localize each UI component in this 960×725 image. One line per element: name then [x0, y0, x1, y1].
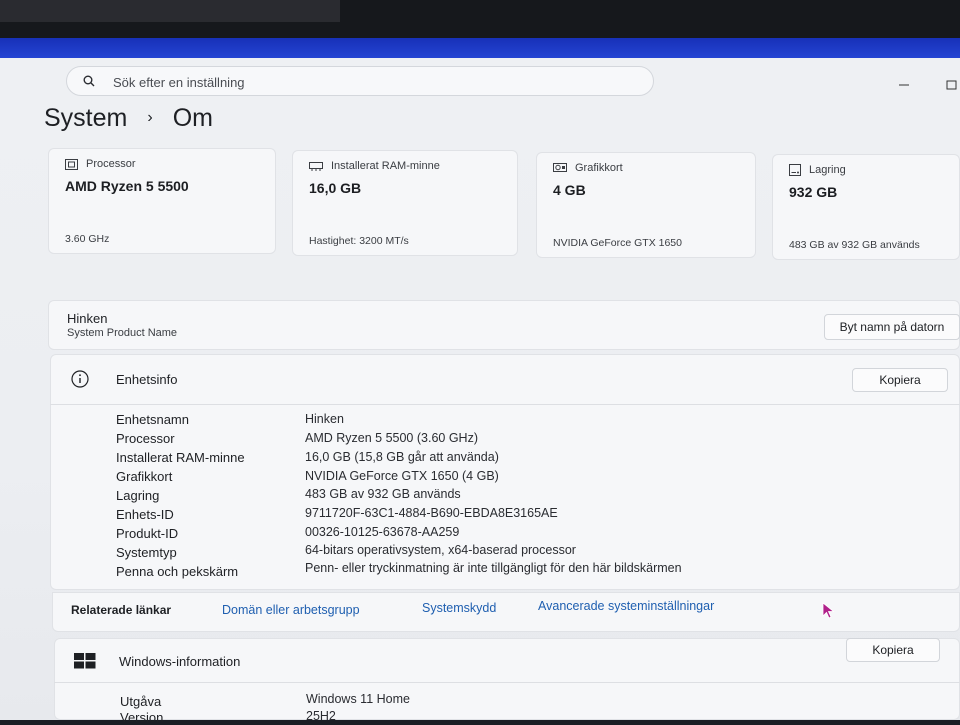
search-input[interactable] [111, 71, 635, 93]
info-value: Penn- eller tryckinmatning är inte tillg… [305, 561, 682, 575]
info-label: Grafikkort [116, 469, 173, 484]
info-label: Enhetsnamn [116, 412, 189, 427]
ram-icon [309, 161, 323, 171]
info-label: Enhets-ID [116, 507, 174, 522]
windows-logo-icon [74, 653, 96, 669]
breadcrumb-parent[interactable]: System [44, 104, 127, 133]
info-value: NVIDIA GeForce GTX 1650 (4 GB) [305, 469, 499, 483]
info-value: 16,0 GB (15,8 GB går att använda) [305, 450, 499, 464]
info-label: Processor [116, 431, 175, 446]
divider [54, 682, 960, 683]
copy-device-info-button[interactable]: Kopiera [852, 368, 948, 392]
spec-card-gpu: Grafikkort 4 GB NVIDIA GeForce GTX 1650 [536, 152, 756, 258]
spec-card-ram: Installerat RAM-minne 16,0 GB Hastighet:… [292, 150, 518, 256]
info-icon [71, 370, 89, 388]
info-value: Hinken [305, 412, 344, 426]
link-system-protection[interactable]: Systemskydd [422, 601, 496, 615]
info-label: Installerat RAM-minne [116, 450, 245, 465]
windows-info-title: Windows-information [119, 654, 241, 669]
search-icon [83, 75, 95, 87]
spec-value: AMD Ryzen 5 5500 [65, 178, 189, 194]
spec-card-processor: Processor AMD Ryzen 5 5500 3.60 GHz [48, 148, 276, 254]
info-label: Utgåva [120, 694, 162, 709]
info-label: Penna och pekskärm [116, 564, 239, 579]
rename-pc-button[interactable]: Byt namn på datorn [824, 314, 960, 340]
info-value: 25H2 [306, 709, 336, 723]
mouse-cursor-icon [822, 602, 835, 619]
related-links-label: Relaterade länkar [71, 603, 172, 617]
bezel-reflection [0, 0, 340, 22]
spec-detail: Hastighet: 3200 MT/s [309, 235, 409, 247]
gpu-icon [553, 163, 567, 172]
info-label: Systemtyp [116, 545, 177, 560]
link-domain-workgroup[interactable]: Domän eller arbetsgrupp [222, 603, 360, 617]
divider [50, 404, 960, 405]
info-label: Version [120, 710, 164, 725]
settings-search-box[interactable] [66, 66, 654, 96]
storage-icon [789, 164, 801, 176]
spec-detail: 3.60 GHz [65, 233, 110, 245]
device-info-title: Enhetsinfo [116, 372, 178, 387]
device-model: System Product Name [67, 327, 178, 339]
info-value: 64-bitars operativsystem, x64-baserad pr… [305, 543, 576, 557]
spec-label: Grafikkort [575, 162, 623, 174]
spec-value: 4 GB [553, 182, 586, 198]
info-value: Windows 11 Home [306, 692, 410, 706]
spec-card-storage: Lagring 932 GB 483 GB av 932 GB används [772, 154, 960, 260]
info-value: 00326-10125-63678-AA259 [305, 525, 460, 539]
breadcrumb-separator: › [147, 109, 153, 126]
spec-label: Installerat RAM-minne [331, 160, 440, 172]
page-title: Om [172, 104, 213, 132]
info-label: Produkt-ID [116, 526, 179, 541]
info-value: 483 GB av 932 GB används [305, 487, 461, 501]
spec-value: 932 GB [789, 184, 838, 200]
maximize-icon[interactable] [944, 80, 958, 90]
breadcrumb: System › Om [44, 104, 213, 133]
windows-info-card [54, 638, 960, 720]
spec-detail: NVIDIA GeForce GTX 1650 [553, 237, 682, 249]
processor-icon [65, 158, 78, 170]
info-label: Lagring [116, 488, 160, 503]
spec-detail: 483 GB av 932 GB används [789, 239, 920, 251]
spec-label: Lagring [809, 164, 846, 176]
spec-value: 16,0 GB [309, 180, 362, 196]
device-name: Hinken [67, 311, 108, 326]
info-value: 9711720F-63C1-4884-B690-EBDA8E3165AE [305, 506, 558, 520]
info-value: AMD Ryzen 5 5500 (3.60 GHz) [305, 431, 478, 445]
spec-label: Processor [86, 158, 136, 170]
copy-windows-info-button[interactable]: Kopiera [846, 638, 940, 662]
minimize-icon[interactable] [897, 80, 911, 90]
link-advanced-system-settings[interactable]: Avancerade systeminställningar [538, 599, 714, 613]
